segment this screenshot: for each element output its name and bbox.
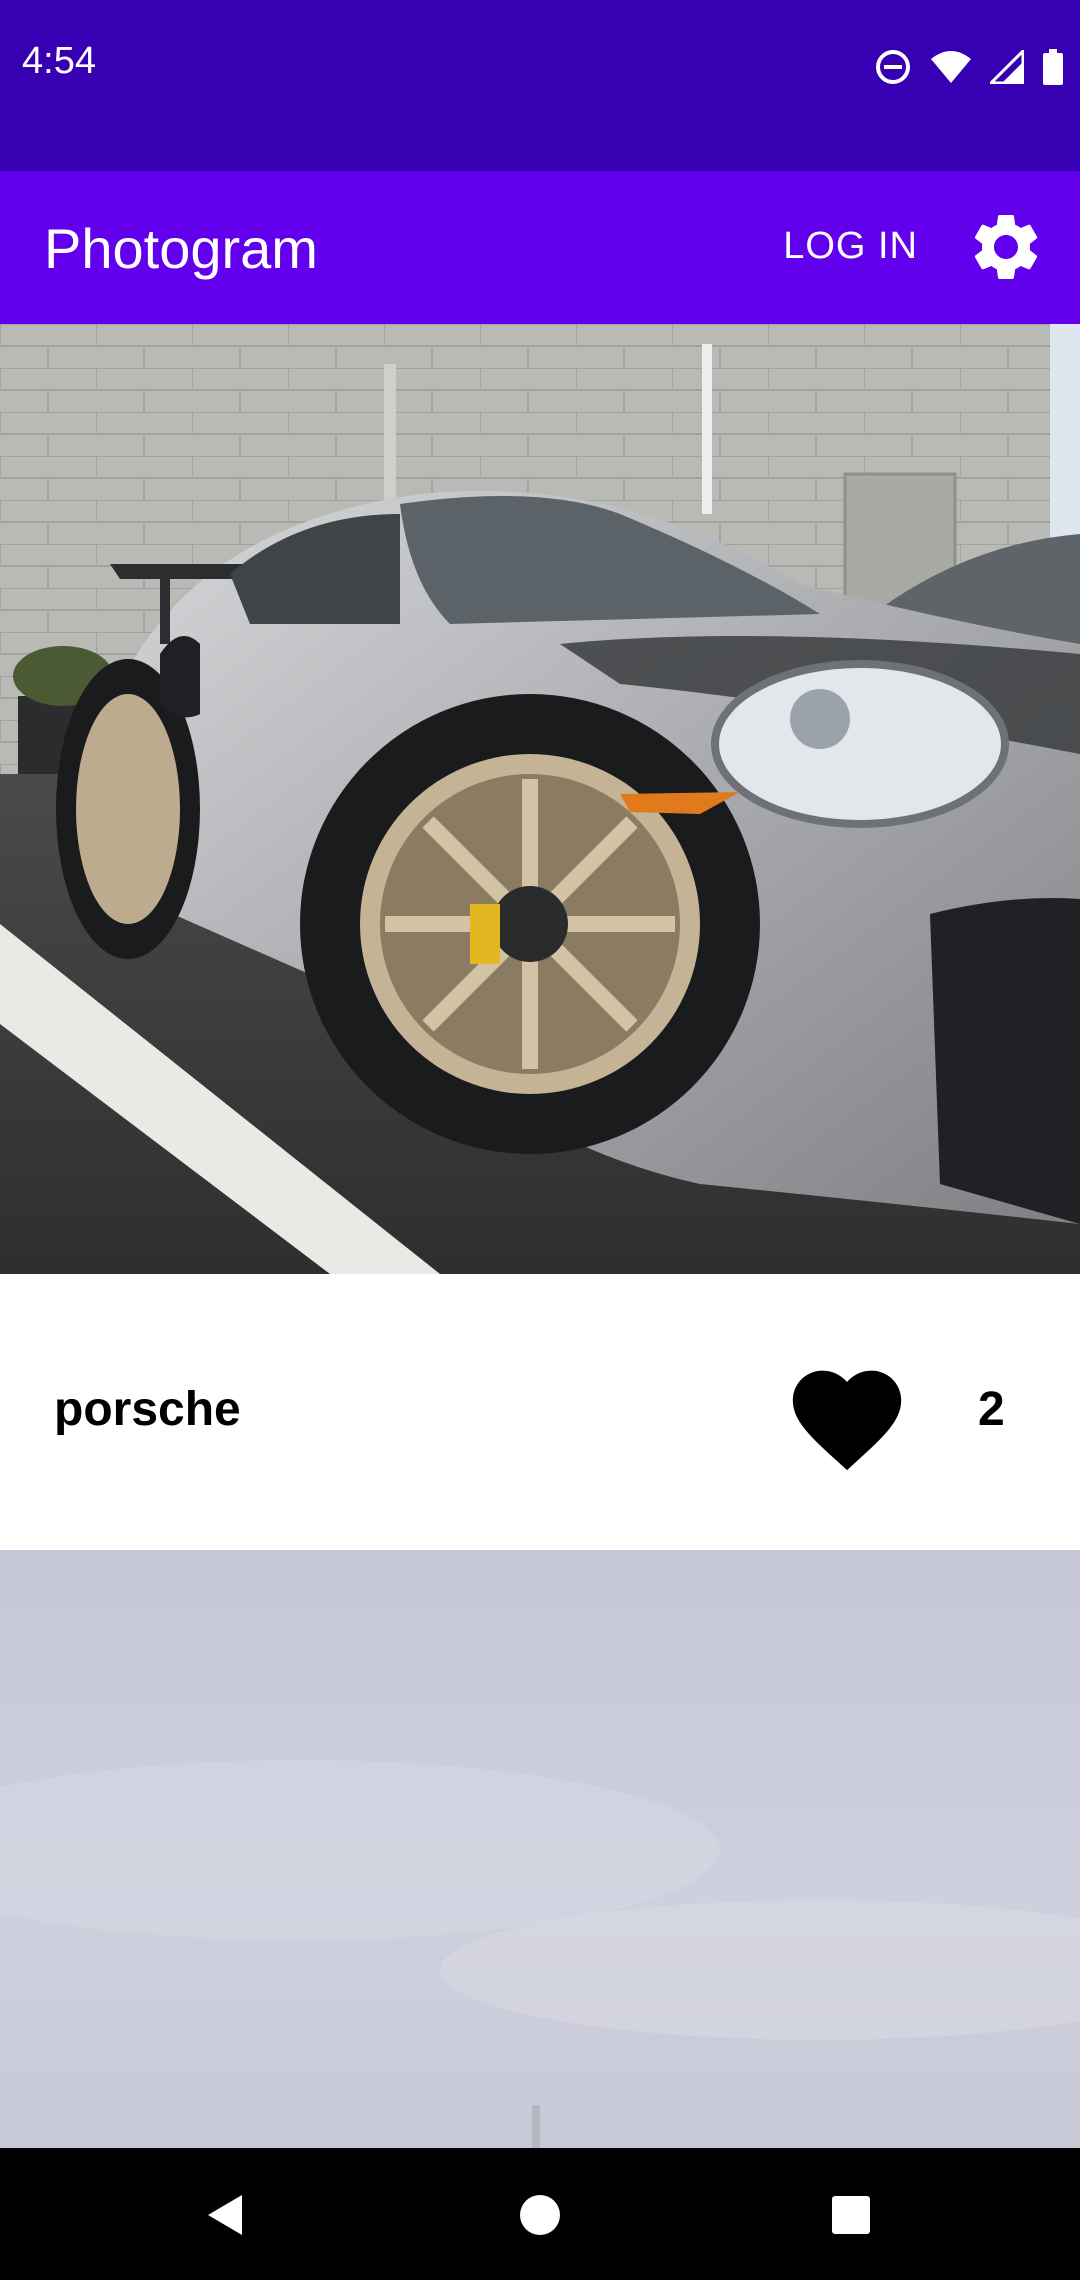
do-not-disturb-icon <box>876 50 910 84</box>
post-caption-row: porsche 2 <box>0 1274 1080 1550</box>
gear-icon[interactable] <box>966 207 1046 287</box>
car-photo-image <box>0 324 1080 1274</box>
cellular-signal-icon <box>990 50 1024 84</box>
app-title: Photogram <box>44 217 318 280</box>
heart-icon[interactable] <box>782 1354 912 1474</box>
like-count: 2 <box>978 1383 1005 1436</box>
wifi-icon <box>931 51 971 83</box>
post-username[interactable]: porsche <box>54 1386 241 1434</box>
battery-icon <box>1043 49 1063 85</box>
login-button[interactable]: LOG IN <box>783 227 918 265</box>
post-photo[interactable] <box>0 1550 1080 2148</box>
recents-icon[interactable] <box>806 2170 896 2260</box>
status-bar: 4:54 <box>0 0 1080 171</box>
status-icons <box>874 48 1064 86</box>
navigation-bar <box>0 2148 1080 2280</box>
sky-photo-image <box>0 1550 1080 2148</box>
app-bar: Photogram LOG IN <box>0 171 1080 324</box>
post-photo[interactable] <box>0 324 1080 1274</box>
status-time: 4:54 <box>22 40 96 82</box>
home-icon[interactable] <box>495 2170 585 2260</box>
back-icon[interactable] <box>180 2170 270 2260</box>
